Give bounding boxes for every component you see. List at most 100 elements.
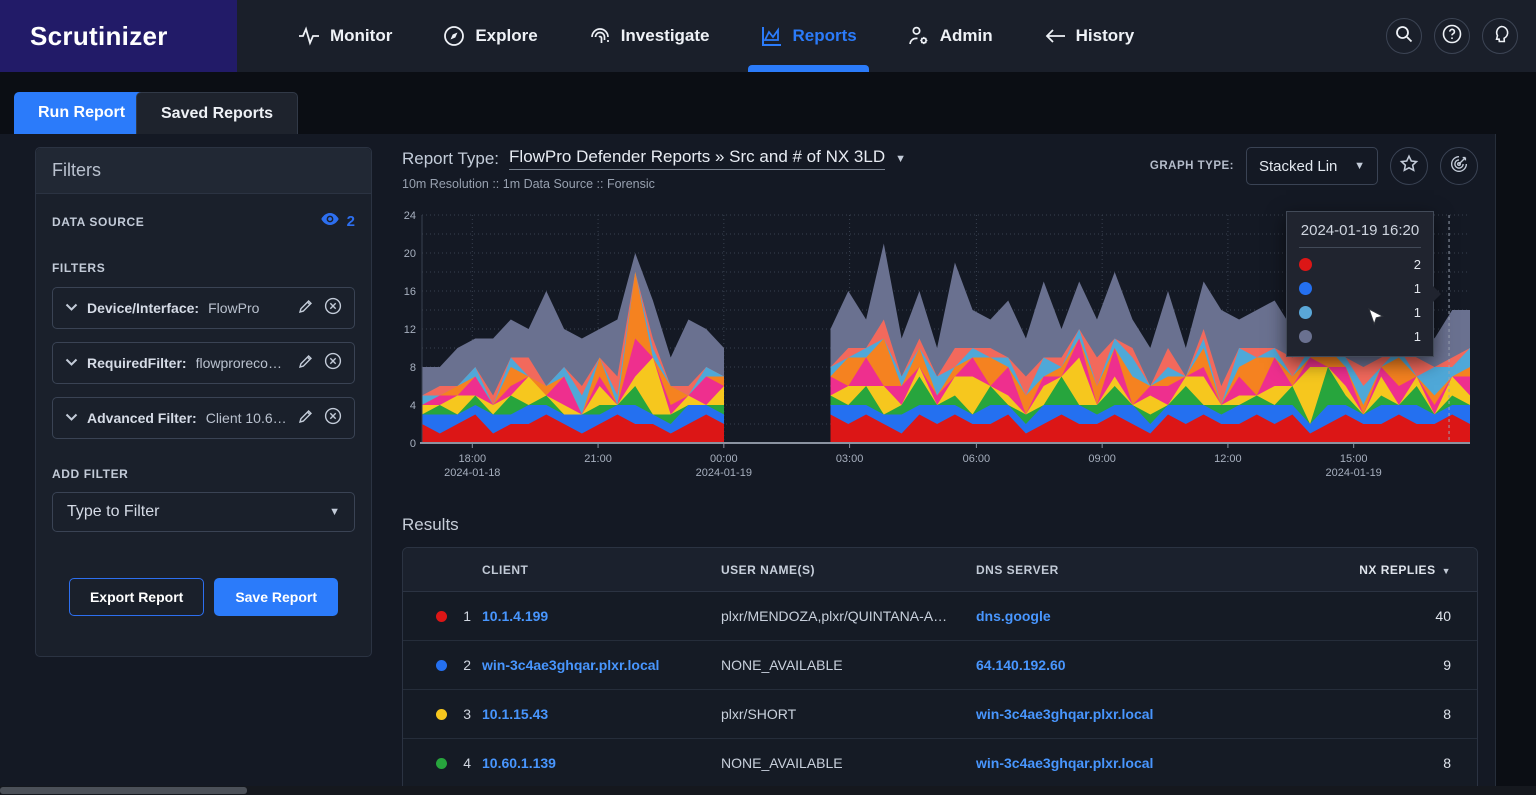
series-dot	[1299, 306, 1312, 319]
tooltip-row: 2	[1299, 257, 1421, 272]
compass-icon	[442, 24, 466, 48]
eye-icon	[321, 212, 339, 231]
tab-run-report[interactable]: Run Report	[14, 92, 149, 134]
results-table-header: CLIENT USER NAME(S) DNS SERVER NX REPLIE…	[403, 548, 1477, 592]
row-rank: 4	[447, 755, 471, 771]
table-row: 4 10.60.1.139 NONE_AVAILABLE win-3c4ae3g…	[403, 739, 1477, 787]
chevron-down-icon[interactable]	[65, 409, 78, 427]
remove-filter-icon[interactable]	[324, 352, 342, 375]
results-title: Results	[402, 515, 459, 535]
filters-label: FILTERS	[52, 261, 355, 275]
table-row: 2 win-3c4ae3ghqar.plxr.local NONE_AVAILA…	[403, 641, 1477, 690]
horizontal-scrollbar-thumb[interactable]	[0, 787, 247, 794]
dns-server-link[interactable]: dns.google	[976, 608, 1051, 624]
svg-text:15:00: 15:00	[1340, 453, 1368, 465]
fingerprint-icon	[588, 24, 612, 48]
edit-pencil-icon[interactable]	[298, 353, 314, 374]
nx-replies-value: 8	[1357, 755, 1477, 771]
favorite-button[interactable]	[1390, 147, 1428, 185]
remove-filter-icon[interactable]	[324, 407, 342, 430]
radar-target-icon	[1448, 153, 1470, 180]
client-link[interactable]: 10.1.4.199	[482, 608, 548, 624]
svg-text:12:00: 12:00	[1214, 453, 1242, 465]
report-type-selector[interactable]: FlowPro Defender Reports » Src and # of …	[509, 147, 885, 170]
nav-item-label: Explore	[475, 26, 537, 46]
filters-panel: Filters DATA SOURCE 2 FILTERS Device/Int…	[35, 147, 372, 657]
table-row: 3 10.1.15.43 plxr/SHORT win-3c4ae3ghqar.…	[403, 690, 1477, 739]
filter-chip-list: Device/Interface: FlowPro RequiredFilter…	[52, 287, 355, 439]
svg-text:00:00: 00:00	[710, 453, 738, 465]
svg-text:2024-01-18: 2024-01-18	[444, 467, 500, 479]
filters-panel-title: Filters	[36, 148, 371, 194]
data-source-visibility[interactable]: 2	[321, 212, 355, 231]
tooltip-value: 1	[1414, 305, 1421, 320]
series-dot	[1299, 330, 1312, 343]
dns-server-link[interactable]: 64.140.192.60	[976, 657, 1066, 673]
nav-item-investigate[interactable]: Investigate	[588, 0, 710, 72]
nav-actions	[1386, 18, 1518, 54]
nav-item-admin[interactable]: Admin	[907, 0, 993, 72]
client-link[interactable]: 10.1.15.43	[482, 706, 548, 722]
tab-label: Saved Reports	[161, 105, 273, 123]
row-rank: 1	[447, 608, 471, 624]
nav-item-history[interactable]: History	[1043, 0, 1135, 72]
edit-pencil-icon[interactable]	[298, 408, 314, 429]
chevron-down-icon: ▼	[1354, 160, 1365, 172]
mouse-cursor	[1368, 308, 1384, 335]
search-button[interactable]	[1386, 18, 1422, 54]
user-names: plxr/SHORT	[721, 706, 976, 722]
profile-icon	[1489, 23, 1511, 50]
remove-filter-icon[interactable]	[324, 297, 342, 320]
col-dns-server[interactable]: DNS SERVER	[976, 563, 1357, 577]
dns-server-link[interactable]: win-3c4ae3ghqar.plxr.local	[976, 706, 1153, 722]
horizontal-scrollbar[interactable]	[0, 786, 1536, 795]
chip-label: RequiredFilter:	[87, 355, 187, 371]
col-client[interactable]: CLIENT	[471, 563, 721, 577]
report-main: Report Type: FlowPro Defender Reports » …	[402, 147, 1478, 191]
svg-text:21:00: 21:00	[584, 453, 612, 465]
nav-item-monitor[interactable]: Monitor	[297, 0, 392, 72]
edit-pencil-icon[interactable]	[298, 298, 314, 319]
series-dot	[436, 611, 447, 622]
data-source-label: DATA SOURCE	[52, 215, 144, 229]
active-nav-underline	[748, 65, 869, 72]
export-report-button[interactable]: Export Report	[69, 578, 204, 616]
col-nx-replies[interactable]: NX REPLIES▼	[1357, 563, 1477, 577]
help-button[interactable]	[1434, 18, 1470, 54]
tooltip-arrow	[1433, 286, 1441, 302]
series-dot	[436, 709, 447, 720]
col-user-names[interactable]: USER NAME(S)	[721, 563, 976, 577]
chevron-down-icon[interactable]	[65, 299, 78, 317]
chevron-down-icon[interactable]	[65, 354, 78, 372]
type-to-filter-select[interactable]: Type to Filter ▼	[52, 492, 355, 532]
svg-text:2024-01-19: 2024-01-19	[696, 467, 752, 479]
nx-replies-value: 8	[1357, 706, 1477, 722]
chart[interactable]: 18:002024-01-1821:0000:002024-01-1903:00…	[402, 205, 1478, 483]
nav-item-label: History	[1076, 26, 1135, 46]
nav-item-explore[interactable]: Explore	[442, 0, 537, 72]
svg-text:24: 24	[404, 210, 416, 222]
profile-button[interactable]	[1482, 18, 1518, 54]
main-nav: Monitor Explore Investigate Reports Admi…	[297, 0, 1134, 72]
nx-replies-value: 9	[1357, 657, 1477, 673]
client-link[interactable]: win-3c4ae3ghqar.plxr.local	[482, 657, 659, 673]
filter-chip-device-interface[interactable]: Device/Interface: FlowPro	[52, 287, 355, 329]
report-meta: 10m Resolution :: 1m Data Source :: Fore…	[402, 177, 906, 191]
pulse-icon	[297, 24, 321, 48]
tab-saved-reports[interactable]: Saved Reports	[136, 92, 298, 134]
app-logo[interactable]: Scrutinizer	[0, 0, 237, 72]
series-dot	[1299, 258, 1312, 271]
nav-item-reports[interactable]: Reports	[760, 0, 857, 72]
chip-value: flowproreco…	[196, 355, 282, 371]
svg-text:03:00: 03:00	[836, 453, 864, 465]
filter-chip-required-filter[interactable]: RequiredFilter: flowproreco…	[52, 342, 355, 384]
client-link[interactable]: 10.60.1.139	[482, 755, 556, 771]
filter-chip-advanced-filter[interactable]: Advanced Filter: Client 10.6…	[52, 397, 355, 439]
save-report-button[interactable]: Save Report	[214, 578, 338, 616]
graph-type-select[interactable]: Stacked Lin ▼	[1246, 147, 1378, 185]
nav-item-label: Reports	[793, 26, 857, 46]
dns-server-link[interactable]: win-3c4ae3ghqar.plxr.local	[976, 755, 1153, 771]
radar-target-button[interactable]	[1440, 147, 1478, 185]
svg-text:0: 0	[410, 438, 416, 450]
chevron-down-icon[interactable]: ▼	[895, 153, 906, 165]
